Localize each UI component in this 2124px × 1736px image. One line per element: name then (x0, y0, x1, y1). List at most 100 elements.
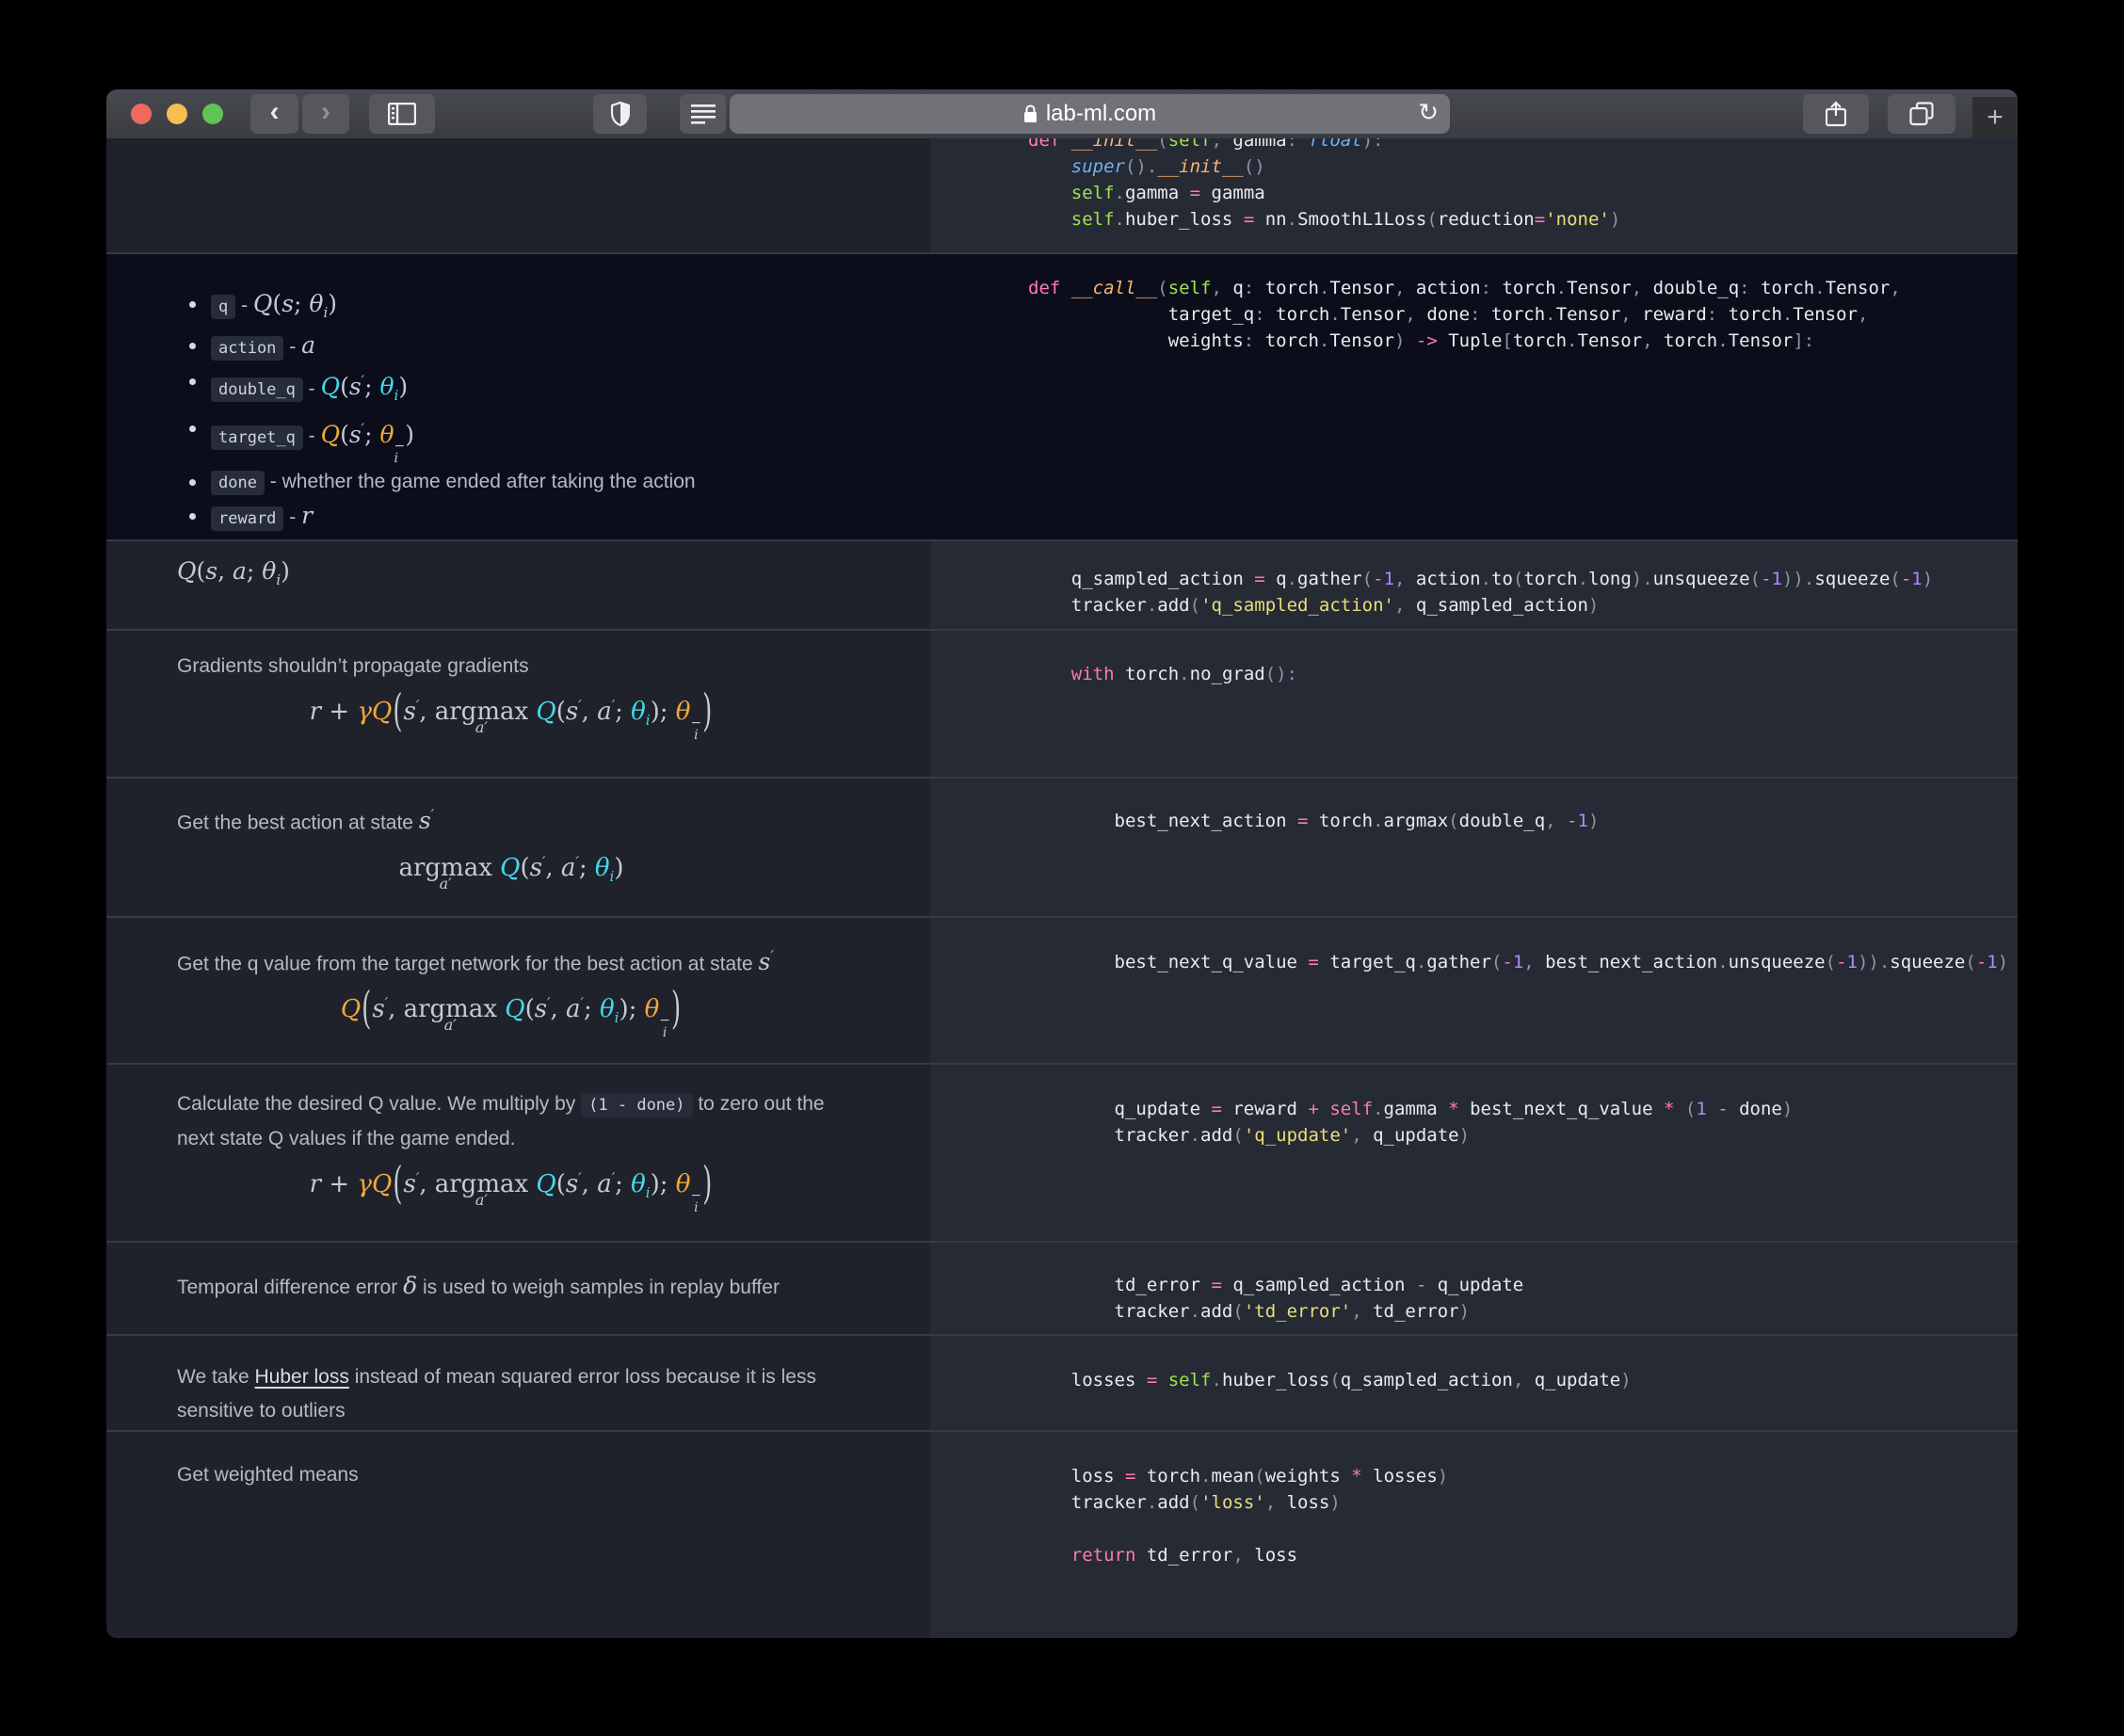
zoom-window-button[interactable] (202, 104, 223, 124)
sidebar-toggle-button[interactable] (369, 94, 435, 134)
code-token: best_next_q_value (1114, 952, 1309, 972)
code-token: done (1426, 304, 1471, 325)
math-text: a (560, 854, 576, 883)
code-token: huber_loss (1124, 209, 1244, 230)
section-row-best-next-q-value: Get the q value from the target network … (106, 916, 2018, 1063)
code-token: long (1588, 569, 1632, 589)
math-formula: Q(s′, argmax a′ Q(s′, a′; θi); θ − i) (177, 984, 845, 1039)
code-token: 1 (1987, 952, 1998, 972)
math-token: ; (584, 995, 600, 1023)
math-text: s (565, 698, 579, 726)
code-token: = (1296, 811, 1319, 831)
code-token: __call__ (1070, 278, 1158, 298)
code-token: ( (1189, 595, 1201, 616)
close-window-button[interactable] (131, 104, 152, 124)
code-token: best_next_action (1545, 952, 1718, 972)
code-token: ): (1361, 138, 1384, 151)
code-token: 1 (1846, 952, 1858, 972)
code-token: - (1717, 1099, 1740, 1119)
code-token: tracker (1070, 595, 1147, 616)
reader-view-button[interactable] (680, 94, 726, 134)
code-token: losses (1373, 1466, 1438, 1487)
code-token: * (1351, 1466, 1374, 1487)
math-text: θ (262, 557, 277, 585)
reload-icon[interactable]: ↻ (1418, 98, 1439, 127)
code-token: : (1480, 278, 1503, 298)
code-token: . (1189, 1301, 1201, 1322)
math-token: ; (615, 698, 631, 726)
code-token: = (1308, 952, 1330, 972)
code-token: : (1254, 304, 1277, 325)
annotation-paragraph: Get the q value from the target network … (177, 918, 845, 981)
share-button[interactable] (1803, 94, 1869, 134)
math-formula: r + γQ(s′, argmax a′ Q(s′, a′; θi); θ − i) (177, 686, 845, 742)
math-text: ) (702, 686, 713, 737)
math-token: Q (372, 1170, 392, 1198)
code-token: 1 (1911, 569, 1923, 589)
list-item: q - Q(s; θi) (189, 288, 845, 329)
math-text: ( (196, 557, 206, 585)
code-token: . (1286, 209, 1298, 230)
tab-overview-button[interactable] (1888, 94, 1955, 134)
list-item: action - a (189, 330, 845, 364)
back-button[interactable]: ‹ (250, 94, 298, 134)
minimize-window-button[interactable] (167, 104, 187, 124)
parameter-bullet-list: q - Q(s; θi) action - a double_q - Q(s′; θ… (177, 254, 845, 539)
address-bar[interactable]: lab-ml.com ↻ (730, 94, 1450, 134)
forward-button[interactable]: › (302, 94, 349, 134)
url-text: lab-ml.com (1045, 101, 1157, 126)
math-text: + (321, 698, 358, 726)
code-token: ]: (1793, 330, 1815, 351)
code-token: torch (1502, 278, 1556, 298)
annotation-text: - (302, 378, 321, 400)
code-token: . (1146, 1492, 1158, 1513)
annotation-paragraph: Temporal difference error δ is used to w… (177, 1243, 845, 1305)
annotation-text: - (283, 336, 302, 358)
code-token: , (1264, 1492, 1287, 1513)
code-token: . (1318, 330, 1330, 351)
math-text: r (309, 1170, 322, 1198)
code-token: Tensor (1577, 330, 1643, 351)
math-token: r (310, 1170, 321, 1198)
list-item: done - whether the game ended after taki… (189, 466, 845, 499)
code-token: torch (1318, 811, 1374, 831)
code-token: . (1146, 595, 1158, 616)
code-token: : (1739, 278, 1762, 298)
math-token: θi (262, 557, 281, 588)
math-text: ); (650, 698, 676, 726)
code-token: ) (1437, 1466, 1449, 1487)
math-token: ( (361, 984, 372, 1035)
math-token: s′ (530, 854, 546, 883)
math-token: ( (197, 557, 206, 585)
privacy-report-button[interactable] (593, 94, 647, 134)
under-script: a′ (475, 1191, 489, 1209)
code-cell-q-update: q_update = reward + self.gamma * best_ne… (930, 1065, 2018, 1241)
code-token: , (1523, 952, 1546, 972)
code-line: best_next_q_value = target_q.gather(-1, … (1028, 949, 2018, 975)
math-text: ( (555, 698, 566, 726)
inline-math: s′ (418, 807, 434, 835)
new-tab-button[interactable]: + (1972, 97, 2018, 138)
math-token: Q (253, 290, 273, 317)
math-text: s (418, 807, 431, 835)
huber-loss-link[interactable]: Huber loss (254, 1366, 348, 1388)
code-token: q (1276, 569, 1287, 589)
math-token: ( (520, 854, 529, 882)
math-token: r (310, 698, 321, 726)
code-token: () (1243, 156, 1265, 177)
code-cell-weighted-mean: loss = torch.mean(weights * losses) trac… (930, 1432, 2018, 1638)
code-token: huber_loss (1221, 1370, 1330, 1390)
code-line: tracker.add('q_sampled_action', q_sample… (1028, 592, 2018, 619)
annotation-cell-call-method-signature: q - Q(s; θi) action - a double_q - Q(s′; θ… (106, 254, 930, 539)
math-token: s′ (759, 948, 774, 975)
code-token: gamma (1232, 138, 1287, 151)
code-block: with torch.no_grad(): (930, 631, 2018, 687)
math-token: a′ (597, 1169, 615, 1198)
math-token: Q (500, 854, 520, 882)
code-token: q_update (1373, 1125, 1459, 1146)
code-line: tracker.add('td_error', td_error) (1028, 1298, 2018, 1325)
code-token: q_update (1437, 1275, 1524, 1295)
math-token: ) (701, 686, 713, 737)
